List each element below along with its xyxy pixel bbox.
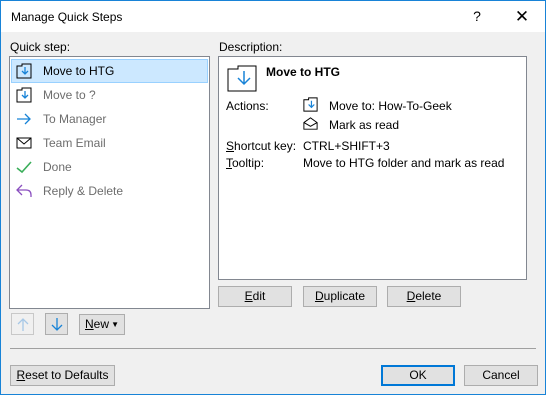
description-panel: Move to HTG Actions: Move to: How-To-Gee… <box>218 56 527 280</box>
duplicate-button[interactable]: Duplicate <box>303 286 377 307</box>
ok-button[interactable]: OK <box>381 365 455 386</box>
list-item-label: Move to ? <box>43 88 96 102</box>
move-up-button[interactable] <box>11 313 34 335</box>
delete-button[interactable]: Delete <box>387 286 461 307</box>
down-arrow-icon <box>51 318 63 331</box>
help-button[interactable]: ? <box>456 1 498 32</box>
shortcut-key-label: Shortcut key: <box>226 139 297 153</box>
reply-icon <box>16 184 32 197</box>
separator <box>10 348 536 349</box>
move-to-folder-icon <box>16 87 32 103</box>
open-envelope-icon <box>303 117 318 130</box>
list-item-label: Done <box>43 160 72 174</box>
list-item-reply-delete[interactable]: Reply & Delete <box>12 180 207 202</box>
arrow-right-icon <box>17 113 31 125</box>
quick-step-name: Move to HTG <box>266 65 340 79</box>
close-button[interactable]: ✕ <box>501 1 543 32</box>
description-label: Description: <box>219 40 283 54</box>
move-to-folder-icon <box>16 63 32 79</box>
manage-quick-steps-dialog: Manage Quick Steps ? ✕ Quick step: Descr… <box>0 0 546 395</box>
move-to-folder-large-icon <box>227 65 257 92</box>
edit-button[interactable]: Edit <box>218 286 292 307</box>
move-to-folder-icon <box>303 97 318 112</box>
shortcut-key-value: CTRL+SHIFT+3 <box>303 139 390 153</box>
new-button[interactable]: New ▼ <box>79 314 125 335</box>
move-down-button[interactable] <box>45 313 68 335</box>
quick-step-list[interactable]: Move to HTG Move to ? To Manager Team Em… <box>9 56 210 309</box>
title-bar: Manage Quick Steps ? ✕ <box>1 1 545 32</box>
list-item-to-manager[interactable]: To Manager <box>12 108 207 130</box>
list-item-team-email[interactable]: Team Email <box>12 132 207 154</box>
dropdown-arrow-icon: ▼ <box>111 320 119 329</box>
reset-to-defaults-button[interactable]: Reset to Defaults <box>10 365 115 386</box>
envelope-icon <box>16 137 32 149</box>
list-item-done[interactable]: Done <box>12 156 207 178</box>
list-item-label: Move to HTG <box>43 64 115 78</box>
dialog-title: Manage Quick Steps <box>11 10 123 24</box>
quick-step-label: Quick step: <box>10 40 71 54</box>
up-arrow-icon <box>17 318 29 331</box>
list-item-label: To Manager <box>43 112 107 126</box>
action-move-to: Move to: How-To-Geek <box>329 99 452 113</box>
list-item-move-to[interactable]: Move to ? <box>12 84 207 106</box>
list-item-move-to-htg[interactable]: Move to HTG <box>11 59 208 83</box>
tooltip-label: Tooltip: <box>226 156 265 170</box>
actions-label: Actions: <box>226 99 269 113</box>
list-item-label: Reply & Delete <box>43 184 124 198</box>
list-item-label: Team Email <box>43 136 106 150</box>
tooltip-value: Move to HTG folder and mark as read <box>303 156 505 170</box>
cancel-button[interactable]: Cancel <box>464 365 538 386</box>
action-mark-as-read: Mark as read <box>329 118 400 132</box>
checkmark-icon <box>16 161 32 174</box>
